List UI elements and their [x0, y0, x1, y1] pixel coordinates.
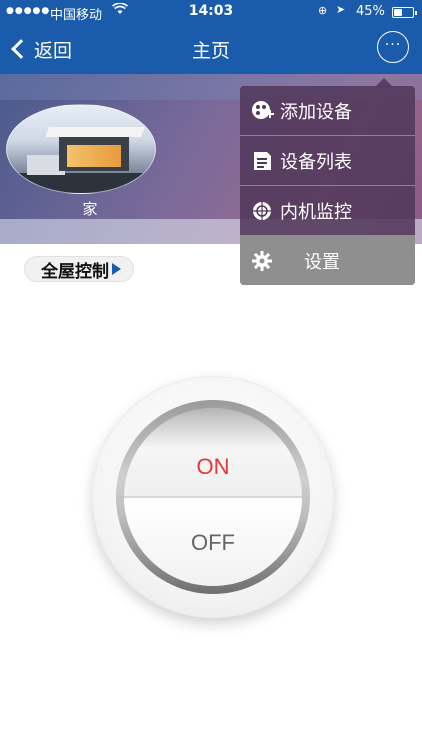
- battery-percent: 45%: [356, 4, 385, 19]
- gear-icon: [250, 249, 274, 273]
- home-image[interactable]: [6, 104, 156, 194]
- menu-item-add-device[interactable]: 添加设备: [240, 86, 415, 136]
- more-button[interactable]: ···: [377, 31, 409, 63]
- device-list-icon: [250, 149, 274, 173]
- power-knob[interactable]: ON OFF: [92, 376, 334, 618]
- home-label: 家: [82, 200, 98, 218]
- knob-face: ON OFF: [124, 408, 302, 586]
- menu-item-monitor[interactable]: 内机监控: [240, 186, 415, 236]
- top-bar: ●●●●● 中国移动 14:03 ⊕ ➤ 45% 返回 主页 ···: [0, 0, 422, 74]
- whole-house-control-label: 全屋控制: [41, 261, 109, 282]
- location-icon: ➤: [336, 3, 346, 16]
- orientation-lock-icon: ⊕: [318, 4, 328, 17]
- add-device-icon: [250, 99, 274, 123]
- monitor-icon: [250, 199, 274, 223]
- menu-item-label: 设备列表: [280, 151, 352, 173]
- page-title: 主页: [191, 40, 230, 62]
- dropdown-menu: 添加设备 设备列表 内机监控 设置: [240, 78, 415, 285]
- off-button[interactable]: OFF: [124, 530, 302, 556]
- menu-item-settings[interactable]: 设置: [240, 236, 415, 285]
- battery-icon: [392, 7, 417, 18]
- play-arrow-icon: [112, 263, 121, 275]
- menu-item-label: 添加设备: [280, 101, 352, 123]
- menu-item-label: 设置: [304, 251, 340, 273]
- menu-item-label: 内机监控: [280, 201, 352, 223]
- menu-item-device-list[interactable]: 设备列表: [240, 136, 415, 186]
- status-bar: ●●●●● 中国移动 14:03 ⊕ ➤ 45%: [0, 0, 422, 24]
- whole-house-control-button[interactable]: 全屋控制: [24, 256, 134, 282]
- on-button[interactable]: ON: [124, 454, 302, 480]
- battery-fill: [394, 9, 403, 16]
